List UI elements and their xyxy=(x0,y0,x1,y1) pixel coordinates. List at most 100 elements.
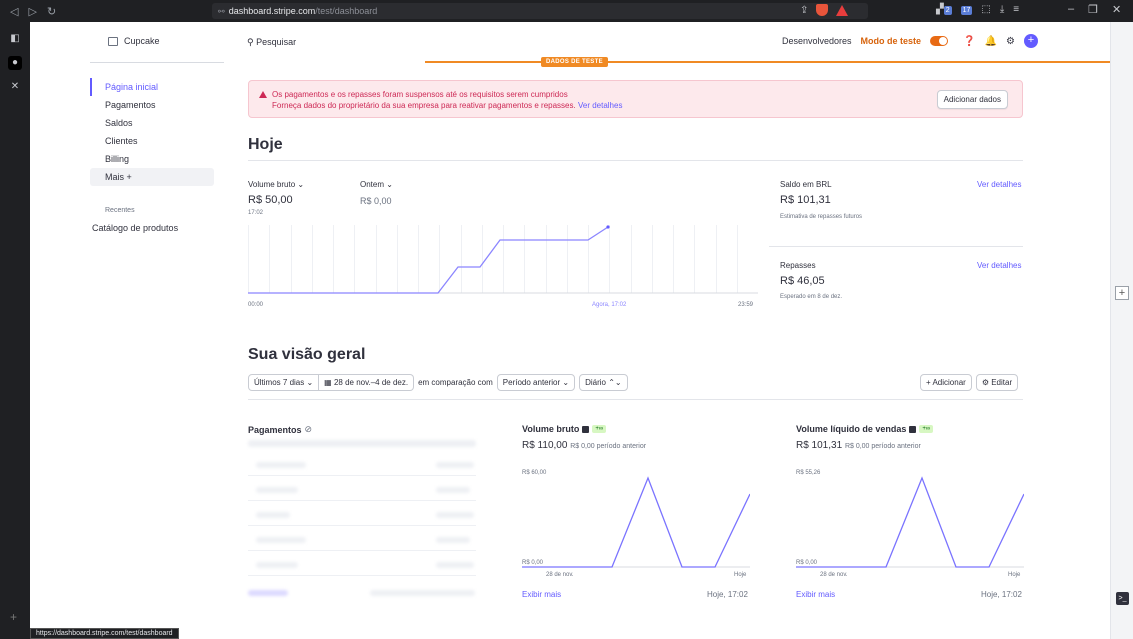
gross-volume-select[interactable]: Volume bruto ⌄ xyxy=(248,180,304,189)
blurred-divider xyxy=(248,475,476,476)
blurred-divider xyxy=(248,575,476,576)
gear-icon[interactable]: ⚙ xyxy=(1006,36,1015,47)
test-mode-toggle[interactable] xyxy=(930,36,949,46)
search-icon: ⚲ xyxy=(247,37,254,47)
blurred-link xyxy=(248,590,288,596)
compare-select[interactable]: Ontem ⌄ xyxy=(360,180,393,189)
gross-card-title[interactable]: Volume bruto +∞ xyxy=(522,424,607,434)
overview-heading: Sua visão geral xyxy=(248,346,366,363)
menu-icon[interactable]: ≡ xyxy=(1013,4,1019,15)
net-card-amount: R$ 101,31 xyxy=(796,440,843,451)
add-widget-button[interactable]: + Adicionar xyxy=(920,374,972,391)
address-bar[interactable]: ⚯ dashboard.stripe.com/test/dashboard xyxy=(212,3,868,19)
edit-button[interactable]: ⚙ Editar xyxy=(975,374,1019,391)
add-panel-icon[interactable]: + xyxy=(10,610,17,624)
payments-card-title[interactable]: Pagamentos ⊘ xyxy=(248,424,312,435)
recent-item-products[interactable]: Catálogo de produtos xyxy=(92,223,178,233)
blurred-label xyxy=(256,562,298,568)
date-range-button[interactable]: ▦ 28 de nov.–4 de dez. xyxy=(319,374,415,391)
info-icon xyxy=(909,425,917,433)
blurred-label xyxy=(256,512,290,518)
balance-details-link[interactable]: Ver detalhes xyxy=(977,180,1021,189)
net-card-title-text: Volume líquido de vendas xyxy=(796,424,907,434)
extension-badge-2: 17 xyxy=(960,6,973,15)
rewards-icon[interactable] xyxy=(836,4,849,16)
sidebar-toggle-icon[interactable]: ◧ xyxy=(8,32,22,46)
info-icon xyxy=(582,425,590,433)
compare-period-select[interactable]: Período anterior ⌄ xyxy=(496,374,576,391)
sidebar-item-customers[interactable]: Clientes xyxy=(90,132,214,150)
overview-actions: + Adicionar ⚙ Editar xyxy=(920,374,1019,391)
brave-shield-icon[interactable] xyxy=(816,4,829,16)
sidebar-item-more[interactable]: Mais + xyxy=(90,168,214,186)
reload-icon[interactable]: ↻ xyxy=(47,5,56,18)
today-heading: Hoje xyxy=(248,136,283,153)
sidebar-item-home[interactable]: Página inicial xyxy=(90,78,214,96)
share-icon[interactable]: ⇪ xyxy=(800,5,808,16)
add-data-button[interactable]: Adicionar dados xyxy=(936,90,1008,109)
browser-right-panel: + >_ xyxy=(1110,22,1133,639)
today-gross-chart xyxy=(248,225,758,294)
net-change-badge: +∞ xyxy=(919,425,934,433)
address-actions: ⇪ xyxy=(800,4,849,16)
help-icon[interactable]: ❓ xyxy=(963,36,975,47)
divider xyxy=(769,246,1023,247)
recent-section-title: Recentes xyxy=(105,207,135,214)
extension-icon-2[interactable]: 17 xyxy=(960,4,973,15)
blurred-divider xyxy=(248,525,476,526)
terminal-icon[interactable]: >_ xyxy=(1116,592,1129,605)
puzzle-icon[interactable]: ⬚ xyxy=(981,4,990,15)
app-icon[interactable]: ● xyxy=(8,56,22,70)
gross-card-value: R$ 110,00 R$ 0,00 período anterior xyxy=(522,440,646,451)
bell-icon[interactable]: 🔔 xyxy=(985,36,997,47)
developers-link[interactable]: Desenvolvedores xyxy=(782,36,852,46)
net-show-more-link[interactable]: Exibir mais xyxy=(796,590,835,599)
extensions: ▞ 2 17 ⬚ ⤓ ≡ xyxy=(936,4,1019,15)
divider xyxy=(90,62,224,63)
blurred-value xyxy=(436,462,474,468)
search-input[interactable]: ⚲ Pesquisar xyxy=(247,37,296,48)
gross-change-badge: +∞ xyxy=(592,425,607,433)
sidebar-item-balances[interactable]: Saldos xyxy=(90,114,214,132)
net-volume-chart xyxy=(796,476,1024,568)
payouts-details-link[interactable]: Ver detalhes xyxy=(977,261,1021,270)
payouts-value: R$ 46,05 xyxy=(780,275,825,287)
date-range-label: 28 de nov.–4 de dez. xyxy=(333,378,409,387)
blurred-label xyxy=(256,462,306,468)
suspension-alert: Os pagamentos e os repasses foram suspen… xyxy=(248,80,1023,118)
forward-icon[interactable]: ▷ xyxy=(28,5,36,18)
sidebar-nav: Página inicial Pagamentos Saldos Cliente… xyxy=(90,78,214,186)
close-icon[interactable]: ✕ xyxy=(1112,3,1121,16)
balance-sub: Estimativa de repasses futuros xyxy=(780,214,863,220)
blurred-divider xyxy=(248,550,476,551)
sidebar-item-billing[interactable]: Billing xyxy=(90,150,214,168)
create-button[interactable]: + xyxy=(1023,34,1038,48)
extension-icon[interactable]: ▞ 2 xyxy=(936,4,952,15)
net-card-title[interactable]: Volume líquido de vendas +∞ xyxy=(796,424,934,434)
add-icon[interactable]: + xyxy=(1115,286,1129,300)
gross-x-end: Hoje xyxy=(734,572,747,578)
interval-select[interactable]: Diário ⌃⌄ xyxy=(579,374,628,391)
back-icon[interactable]: ◁ xyxy=(10,5,18,18)
minimize-icon[interactable]: – xyxy=(1068,3,1074,16)
blurred-value xyxy=(436,512,474,518)
range-select[interactable]: Últimos 7 dias ⌄ xyxy=(248,374,320,391)
balance-title: Saldo em BRL xyxy=(780,180,832,189)
close-panel-icon[interactable]: ✕ xyxy=(8,80,22,94)
axis-end: 23:59 xyxy=(738,302,754,308)
site-info-icon[interactable]: ⚯ xyxy=(218,7,225,16)
blurred-value xyxy=(436,562,474,568)
net-card-prev: R$ 0,00 período anterior xyxy=(844,443,921,450)
alert-body: Forneça dados do proprietário da sua emp… xyxy=(272,101,576,110)
alert-details-link[interactable]: Ver detalhes xyxy=(578,101,622,110)
divider xyxy=(248,160,1023,161)
today-line xyxy=(248,226,609,294)
restore-icon[interactable]: ❐ xyxy=(1088,3,1098,16)
gross-card-prev: R$ 0,00 período anterior xyxy=(570,443,647,450)
sidebar-item-payments[interactable]: Pagamentos xyxy=(90,96,214,114)
gross-updated-time: Hoje, 17:02 xyxy=(707,590,748,599)
gross-show-more-link[interactable]: Exibir mais xyxy=(522,590,561,599)
account-switcher[interactable]: Cupcake xyxy=(108,36,160,46)
download-icon[interactable]: ⤓ xyxy=(1000,4,1004,15)
store-icon xyxy=(108,36,118,46)
